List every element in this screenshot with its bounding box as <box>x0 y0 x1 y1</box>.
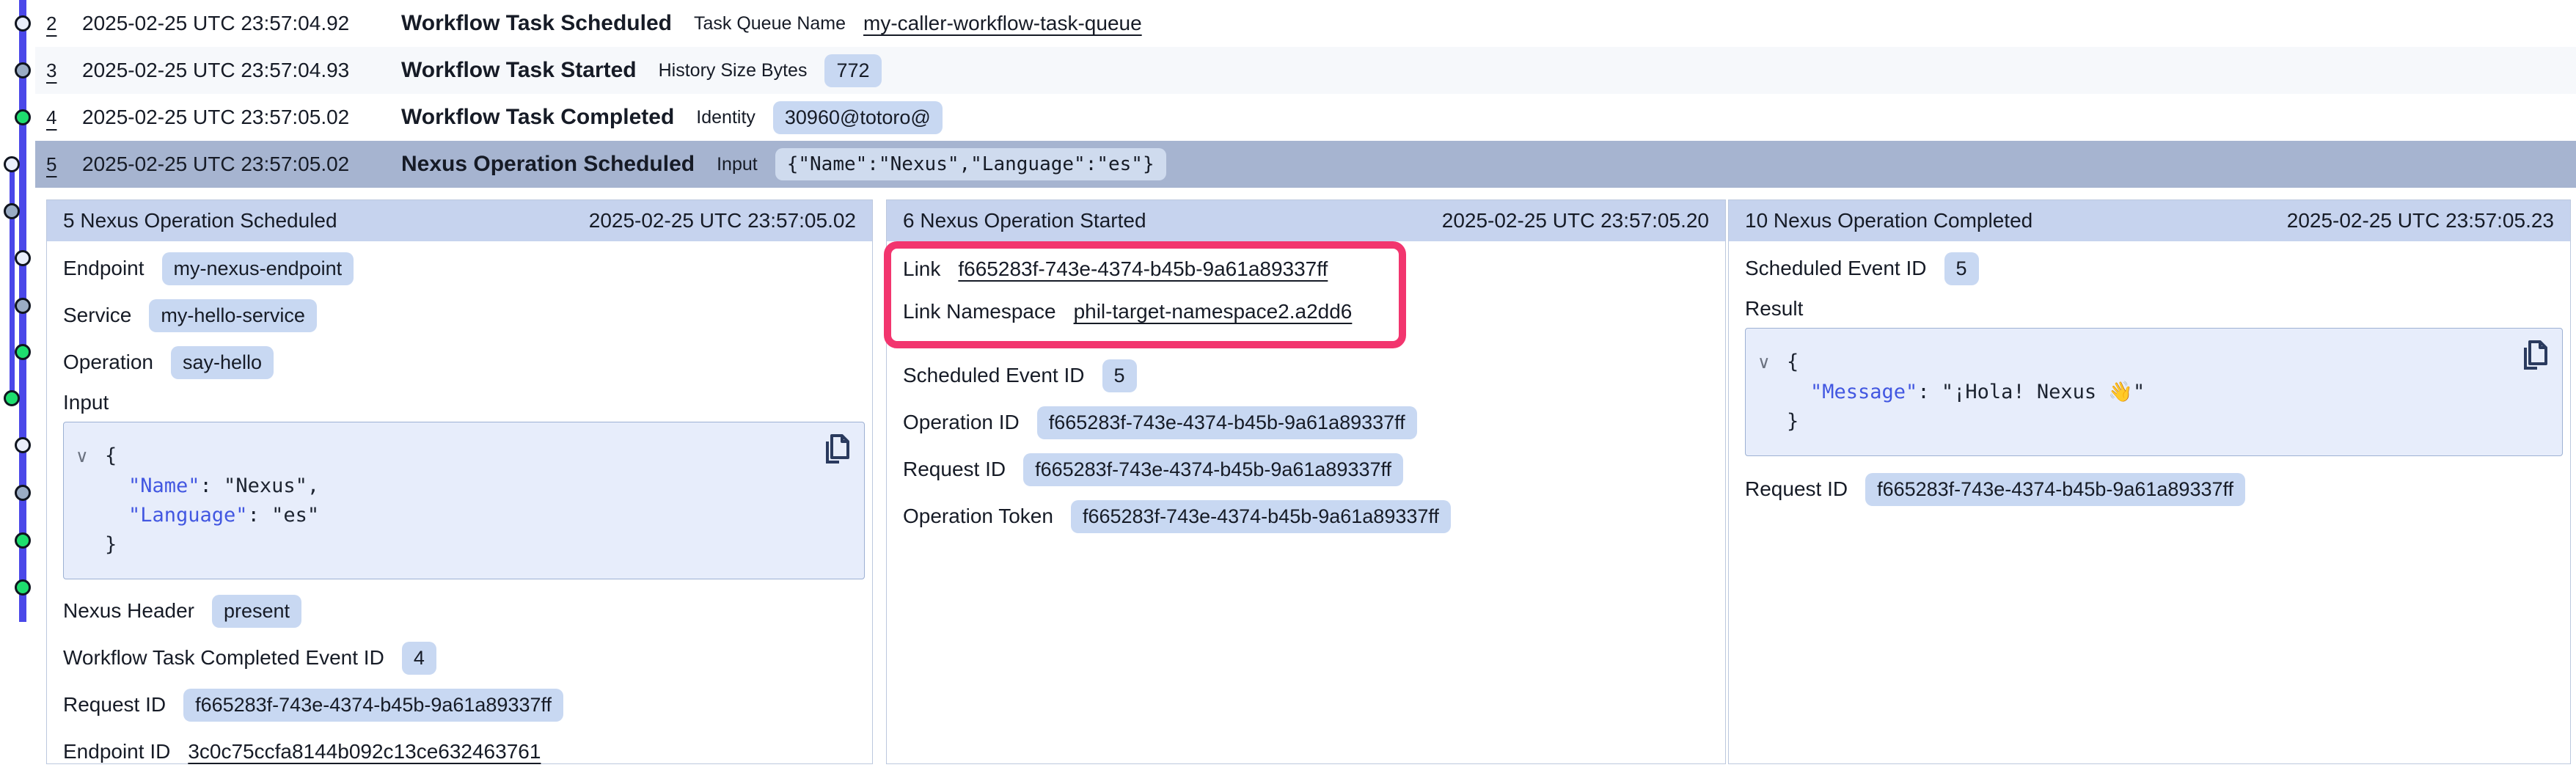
field-endpoint-id: Endpoint ID 3c0c75ccfa8144b092c13ce63246… <box>63 735 865 769</box>
timeline-dot-scheduled[interactable] <box>15 437 31 453</box>
timeline-dot-completed[interactable] <box>4 390 20 406</box>
panel-timestamp: 2025-02-25 UTC 23:57:05.02 <box>589 209 856 232</box>
event-id-link[interactable]: 2 <box>46 12 82 35</box>
link-namespace-link[interactable]: phil-target-namespace2.a2dd6 <box>1074 300 1353 323</box>
scheduled-event-id-badge: 5 <box>1102 359 1137 392</box>
event-row-2[interactable]: 2 2025-02-25 UTC 23:57:04.92 Workflow Ta… <box>35 0 2576 47</box>
endpoint-badge: my-nexus-endpoint <box>162 252 354 285</box>
field-request-id: Request ID f665283f-743e-4374-b45b-9a61a… <box>903 453 1718 486</box>
event-id-link[interactable]: 4 <box>46 106 82 129</box>
event-timestamp: 2025-02-25 UTC 23:57:04.92 <box>82 12 401 35</box>
panel-title: 10 Nexus Operation Completed <box>1745 209 2032 232</box>
panel-title: 6 Nexus Operation Started <box>903 209 1146 232</box>
service-badge: my-hello-service <box>149 299 317 332</box>
request-id-badge: f665283f-743e-4374-b45b-9a61a89337ff <box>1023 453 1403 486</box>
panel-timestamp: 2025-02-25 UTC 23:57:05.20 <box>1442 209 1709 232</box>
field-link-namespace: Link Namespace phil-target-namespace2.a2… <box>903 297 1387 326</box>
nexus-header-badge: present <box>212 595 301 628</box>
panel-body: Scheduled Event ID 5 Result ∨{ "Message"… <box>1729 252 2570 506</box>
timeline-dot-completed[interactable] <box>15 579 31 596</box>
timeline-dot-started[interactable] <box>4 203 20 219</box>
collapse-chevron-icon[interactable]: ∨ <box>76 442 105 472</box>
field-request-id: Request ID f665283f-743e-4374-b45b-9a61a… <box>1745 472 2563 506</box>
link-workflow-link[interactable]: f665283f-743e-4374-b45b-9a61a89337ff <box>958 257 1328 281</box>
event-id-link[interactable]: 3 <box>46 59 82 82</box>
panel-nexus-operation-started: 6 Nexus Operation Started 2025-02-25 UTC… <box>886 199 1726 764</box>
event-timestamp: 2025-02-25 UTC 23:57:05.02 <box>82 106 401 129</box>
scheduled-event-id-badge: 5 <box>1944 252 1979 285</box>
field-wftc-event-id: Workflow Task Completed Event ID 4 <box>63 641 865 675</box>
request-id-badge: f665283f-743e-4374-b45b-9a61a89337ff <box>183 689 563 722</box>
panel-timestamp: 2025-02-25 UTC 23:57:05.23 <box>2287 209 2554 232</box>
panel-title: 5 Nexus Operation Scheduled <box>63 209 337 232</box>
wftc-event-id-badge: 4 <box>402 642 436 675</box>
input-code-block: ∨{ "Name": "Nexus", "Language": "es" } <box>63 422 865 579</box>
event-id-link[interactable]: 5 <box>46 153 82 176</box>
attr-value-badge: {"Name":"Nexus","Language":"es"} <box>775 148 1166 180</box>
event-row-3[interactable]: 3 2025-02-25 UTC 23:57:04.93 Workflow Ta… <box>35 47 2576 94</box>
endpoint-id-link[interactable]: 3c0c75ccfa8144b092c13ce632463761 <box>188 740 541 763</box>
panel-nexus-operation-scheduled: 5 Nexus Operation Scheduled 2025-02-25 U… <box>46 199 873 764</box>
timeline-dot-scheduled[interactable] <box>15 250 31 266</box>
event-name: Nexus Operation Scheduled <box>401 152 695 177</box>
event-history-view: 2 2025-02-25 UTC 23:57:04.92 Workflow Ta… <box>0 0 2576 773</box>
panel-nexus-operation-completed: 10 Nexus Operation Completed 2025-02-25 … <box>1728 199 2571 764</box>
event-name: Workflow Task Started <box>401 58 637 83</box>
event-timestamp: 2025-02-25 UTC 23:57:05.02 <box>82 153 401 176</box>
field-operation: Operation say-hello <box>63 345 865 379</box>
event-attr-label: Task Queue Name <box>694 13 846 34</box>
field-link: Link f665283f-743e-4374-b45b-9a61a89337f… <box>903 254 1387 284</box>
field-endpoint: Endpoint my-nexus-endpoint <box>63 252 865 285</box>
event-attr-label: Input <box>717 154 758 175</box>
field-scheduled-event-id: Scheduled Event ID 5 <box>903 359 1718 392</box>
panel-header[interactable]: 6 Nexus Operation Started 2025-02-25 UTC… <box>887 200 1725 241</box>
field-operation-token: Operation Token f665283f-743e-4374-b45b-… <box>903 499 1718 533</box>
timeline-branch-line <box>10 164 15 398</box>
field-request-id: Request ID f665283f-743e-4374-b45b-9a61a… <box>63 688 865 722</box>
event-row-4[interactable]: 4 2025-02-25 UTC 23:57:05.02 Workflow Ta… <box>35 94 2576 141</box>
timeline-dot-started[interactable] <box>15 62 31 78</box>
link-highlight-box: Link f665283f-743e-4374-b45b-9a61a89337f… <box>884 241 1406 348</box>
request-id-badge: f665283f-743e-4374-b45b-9a61a89337ff <box>1865 473 2245 506</box>
timeline-dot-started[interactable] <box>15 485 31 501</box>
operation-badge: say-hello <box>171 346 274 379</box>
event-rows: 2 2025-02-25 UTC 23:57:04.92 Workflow Ta… <box>35 0 2576 188</box>
timeline-dot-started[interactable] <box>15 298 31 314</box>
event-name: Workflow Task Completed <box>401 105 674 130</box>
field-nexus-header: Nexus Header present <box>63 594 865 628</box>
timeline-dot-scheduled[interactable] <box>4 156 20 172</box>
panel-header[interactable]: 10 Nexus Operation Completed 2025-02-25 … <box>1729 200 2570 241</box>
result-code-block: ∨{ "Message": "¡Hola! Nexus 👋" } <box>1745 328 2563 456</box>
panel-body: Link f665283f-743e-4374-b45b-9a61a89337f… <box>887 241 1725 533</box>
timeline-dot-completed[interactable] <box>15 532 31 549</box>
event-timestamp: 2025-02-25 UTC 23:57:04.93 <box>82 59 401 82</box>
result-label: Result <box>1745 297 2563 320</box>
operation-id-badge: f665283f-743e-4374-b45b-9a61a89337ff <box>1037 406 1417 439</box>
panel-body: Endpoint my-nexus-endpoint Service my-he… <box>47 252 872 769</box>
timeline-dot-completed[interactable] <box>15 344 31 360</box>
copy-button[interactable] <box>2518 337 2550 373</box>
operation-token-badge: f665283f-743e-4374-b45b-9a61a89337ff <box>1071 500 1451 533</box>
field-service: Service my-hello-service <box>63 298 865 332</box>
event-name: Workflow Task Scheduled <box>401 11 672 36</box>
input-label: Input <box>63 391 865 414</box>
copy-icon <box>820 431 852 466</box>
collapse-chevron-icon[interactable]: ∨ <box>1757 348 1787 378</box>
event-row-5-selected[interactable]: 5 2025-02-25 UTC 23:57:05.02 Nexus Opera… <box>35 141 2576 188</box>
task-queue-link[interactable]: my-caller-workflow-task-queue <box>863 12 1142 35</box>
field-scheduled-event-id: Scheduled Event ID 5 <box>1745 252 2563 285</box>
field-operation-id: Operation ID f665283f-743e-4374-b45b-9a6… <box>903 406 1718 439</box>
copy-button[interactable] <box>820 431 852 466</box>
copy-icon <box>2518 337 2550 373</box>
attr-value-badge: 772 <box>824 54 881 87</box>
timeline-dot-completed[interactable] <box>15 109 31 125</box>
event-attr-label: History Size Bytes <box>659 60 808 81</box>
panel-header[interactable]: 5 Nexus Operation Scheduled 2025-02-25 U… <box>47 200 872 241</box>
timeline-dot-scheduled[interactable] <box>15 15 31 32</box>
attr-value-badge: 30960@totoro@ <box>773 101 943 134</box>
event-attr-label: Identity <box>696 107 755 128</box>
